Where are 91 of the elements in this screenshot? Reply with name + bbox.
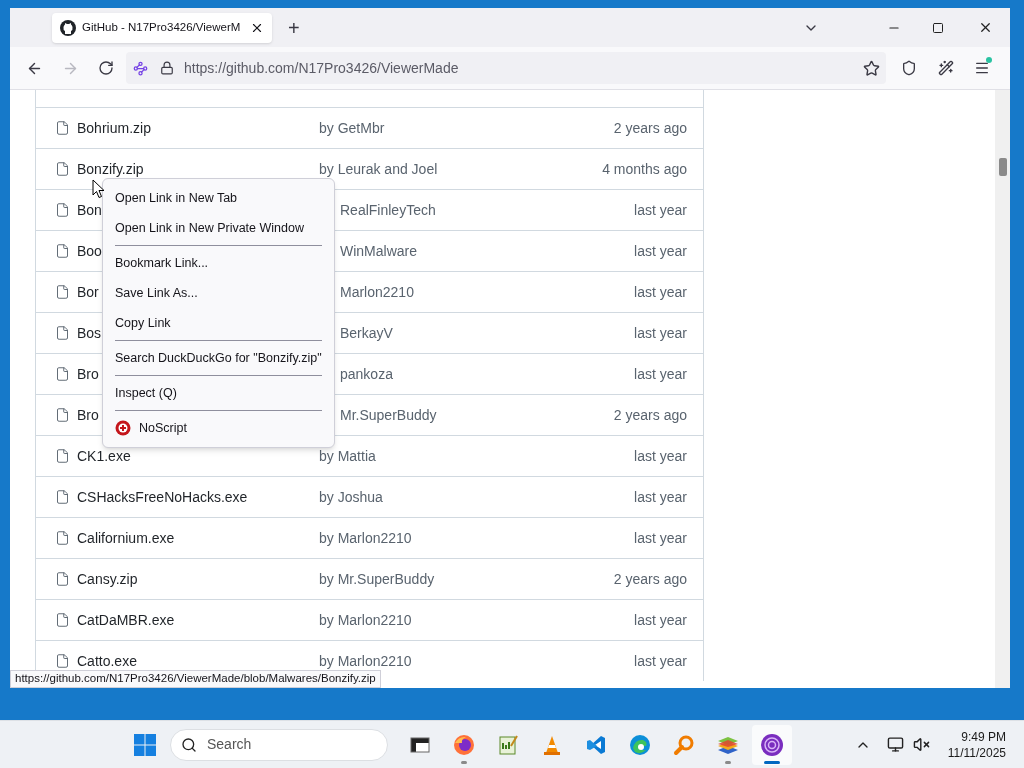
lock-icon xyxy=(160,61,174,75)
close-icon[interactable] xyxy=(978,20,993,35)
updated-time: last year xyxy=(634,323,687,343)
updated-time: last year xyxy=(634,200,687,220)
file-icon xyxy=(55,448,70,464)
updated-time: last year xyxy=(634,364,687,384)
updated-time: last year xyxy=(634,610,687,630)
scrollbar-thumb[interactable] xyxy=(998,158,1007,176)
file-name-link[interactable]: Cansy.zip xyxy=(77,568,319,590)
file-icon xyxy=(55,489,70,505)
commit-author: Mr.SuperBuddy xyxy=(340,405,437,425)
commit-author: Marlon2210 xyxy=(340,282,414,302)
menu-item[interactable]: Copy Link xyxy=(103,308,334,338)
link-status-tooltip: https://github.com/N17Pro3426/ViewerMade/blob/Malwares/Bonzify.zip xyxy=(10,670,381,688)
file-name-link[interactable]: CSHacksFreeNoHacks.exe xyxy=(77,486,319,508)
commit-author: by Marlon2210 xyxy=(319,528,412,548)
menu-item[interactable]: NoScript xyxy=(103,413,334,443)
menu-item[interactable]: Search DuckDuckGo for "Bonzify.zip" xyxy=(103,343,334,373)
route-icon xyxy=(133,60,148,76)
menu-item[interactable]: Inspect (Q) xyxy=(103,378,334,408)
clock-date: 11/11/2025 xyxy=(947,744,1006,761)
file-name-link[interactable]: CK1.exe xyxy=(77,445,319,467)
commit-author: BerkayV xyxy=(340,323,393,343)
updated-time: 2 years ago xyxy=(613,405,687,425)
star-icon[interactable] xyxy=(863,59,880,77)
search-placeholder: Search xyxy=(207,735,252,754)
file-name-link[interactable]: Bohrium.zip xyxy=(77,117,319,139)
new-tab-button[interactable]: + xyxy=(288,17,300,38)
taskbar-app-button[interactable] xyxy=(752,724,792,765)
tab-title: GitHub - N17Pro3426/ViewerM xyxy=(82,19,242,35)
commit-author: RealFinleyTech xyxy=(340,200,436,220)
clock[interactable]: 9:49 PM 11/11/2025 xyxy=(947,728,1006,761)
updated-time: last year xyxy=(634,282,687,302)
extension-icon xyxy=(115,420,131,436)
commit-author: by Marlon2210 xyxy=(319,610,412,630)
updated-time: last year xyxy=(634,487,687,507)
maximize-icon[interactable] xyxy=(932,21,944,34)
commit-author: by Mattia xyxy=(319,446,376,466)
muted-speaker-icon[interactable] xyxy=(912,736,930,753)
file-icon xyxy=(55,325,70,341)
clock-time: 9:49 PM xyxy=(961,728,1006,745)
updated-time: last year xyxy=(634,241,687,261)
network-icon[interactable] xyxy=(886,736,904,753)
file-name-link[interactable]: Catto.exe xyxy=(77,650,319,672)
updated-time: last year xyxy=(634,528,687,548)
updated-time: 2 years ago xyxy=(613,118,687,138)
commit-author: WinMalware xyxy=(340,241,417,261)
file-icon xyxy=(55,243,70,259)
url-text: https://github.com/N17Pro3426/ViewerMade xyxy=(184,58,459,78)
commit-author: pankoza xyxy=(340,364,393,384)
file-icon xyxy=(55,530,70,546)
taskbar-search-field[interactable]: Search xyxy=(170,728,388,761)
file-icon xyxy=(55,120,70,136)
updated-time: 2 years ago xyxy=(613,569,687,589)
menu-item[interactable]: Bookmark Link... xyxy=(103,248,334,278)
file-icon xyxy=(55,571,70,587)
commit-author: by Leurak and Joel xyxy=(319,159,438,179)
file-icon xyxy=(55,366,70,382)
commit-author: by Marlon2210 xyxy=(319,651,412,671)
updated-time: last year xyxy=(634,446,687,466)
file-icon xyxy=(55,202,70,218)
file-icon xyxy=(55,284,70,300)
file-name-link[interactable]: CatDaMBR.exe xyxy=(77,609,319,631)
menu-item[interactable]: Open Link in New Tab xyxy=(103,183,334,213)
magnifier-icon xyxy=(673,733,695,756)
commit-author: by Joshua xyxy=(319,487,383,507)
file-icon xyxy=(55,612,70,628)
search-icon xyxy=(181,736,197,753)
commit-author: by GetMbr xyxy=(319,118,385,138)
file-icon xyxy=(55,653,70,669)
address-bar[interactable]: https://github.com/N17Pro3426/ViewerMade xyxy=(126,52,886,84)
updated-time: 4 months ago xyxy=(602,159,687,179)
windows-logo-icon[interactable] xyxy=(134,733,156,756)
notepad-icon xyxy=(497,733,519,756)
menu-item[interactable]: Save Link As... xyxy=(103,278,334,308)
commit-author: by Mr.SuperBuddy xyxy=(319,569,435,589)
file-icon xyxy=(55,161,70,177)
shield-icon[interactable] xyxy=(901,60,917,76)
reload-icon[interactable] xyxy=(98,60,114,76)
browser-tab[interactable]: GitHub - N17Pro3426/ViewerM xyxy=(52,12,272,43)
orb-icon xyxy=(760,732,784,757)
menu-button[interactable] xyxy=(974,60,990,76)
ribbon-icon xyxy=(585,733,607,756)
file-name-link[interactable]: Bonzify.zip xyxy=(77,158,319,180)
menu-item[interactable]: Open Link in New Private Window xyxy=(103,213,334,243)
fox-globe-icon xyxy=(453,733,475,756)
swirl-icon xyxy=(629,733,651,756)
file-icon xyxy=(55,407,70,423)
updated-time: last year xyxy=(634,651,687,671)
file-name-link[interactable]: Californium.exe xyxy=(77,527,319,549)
window-icon xyxy=(410,734,430,755)
